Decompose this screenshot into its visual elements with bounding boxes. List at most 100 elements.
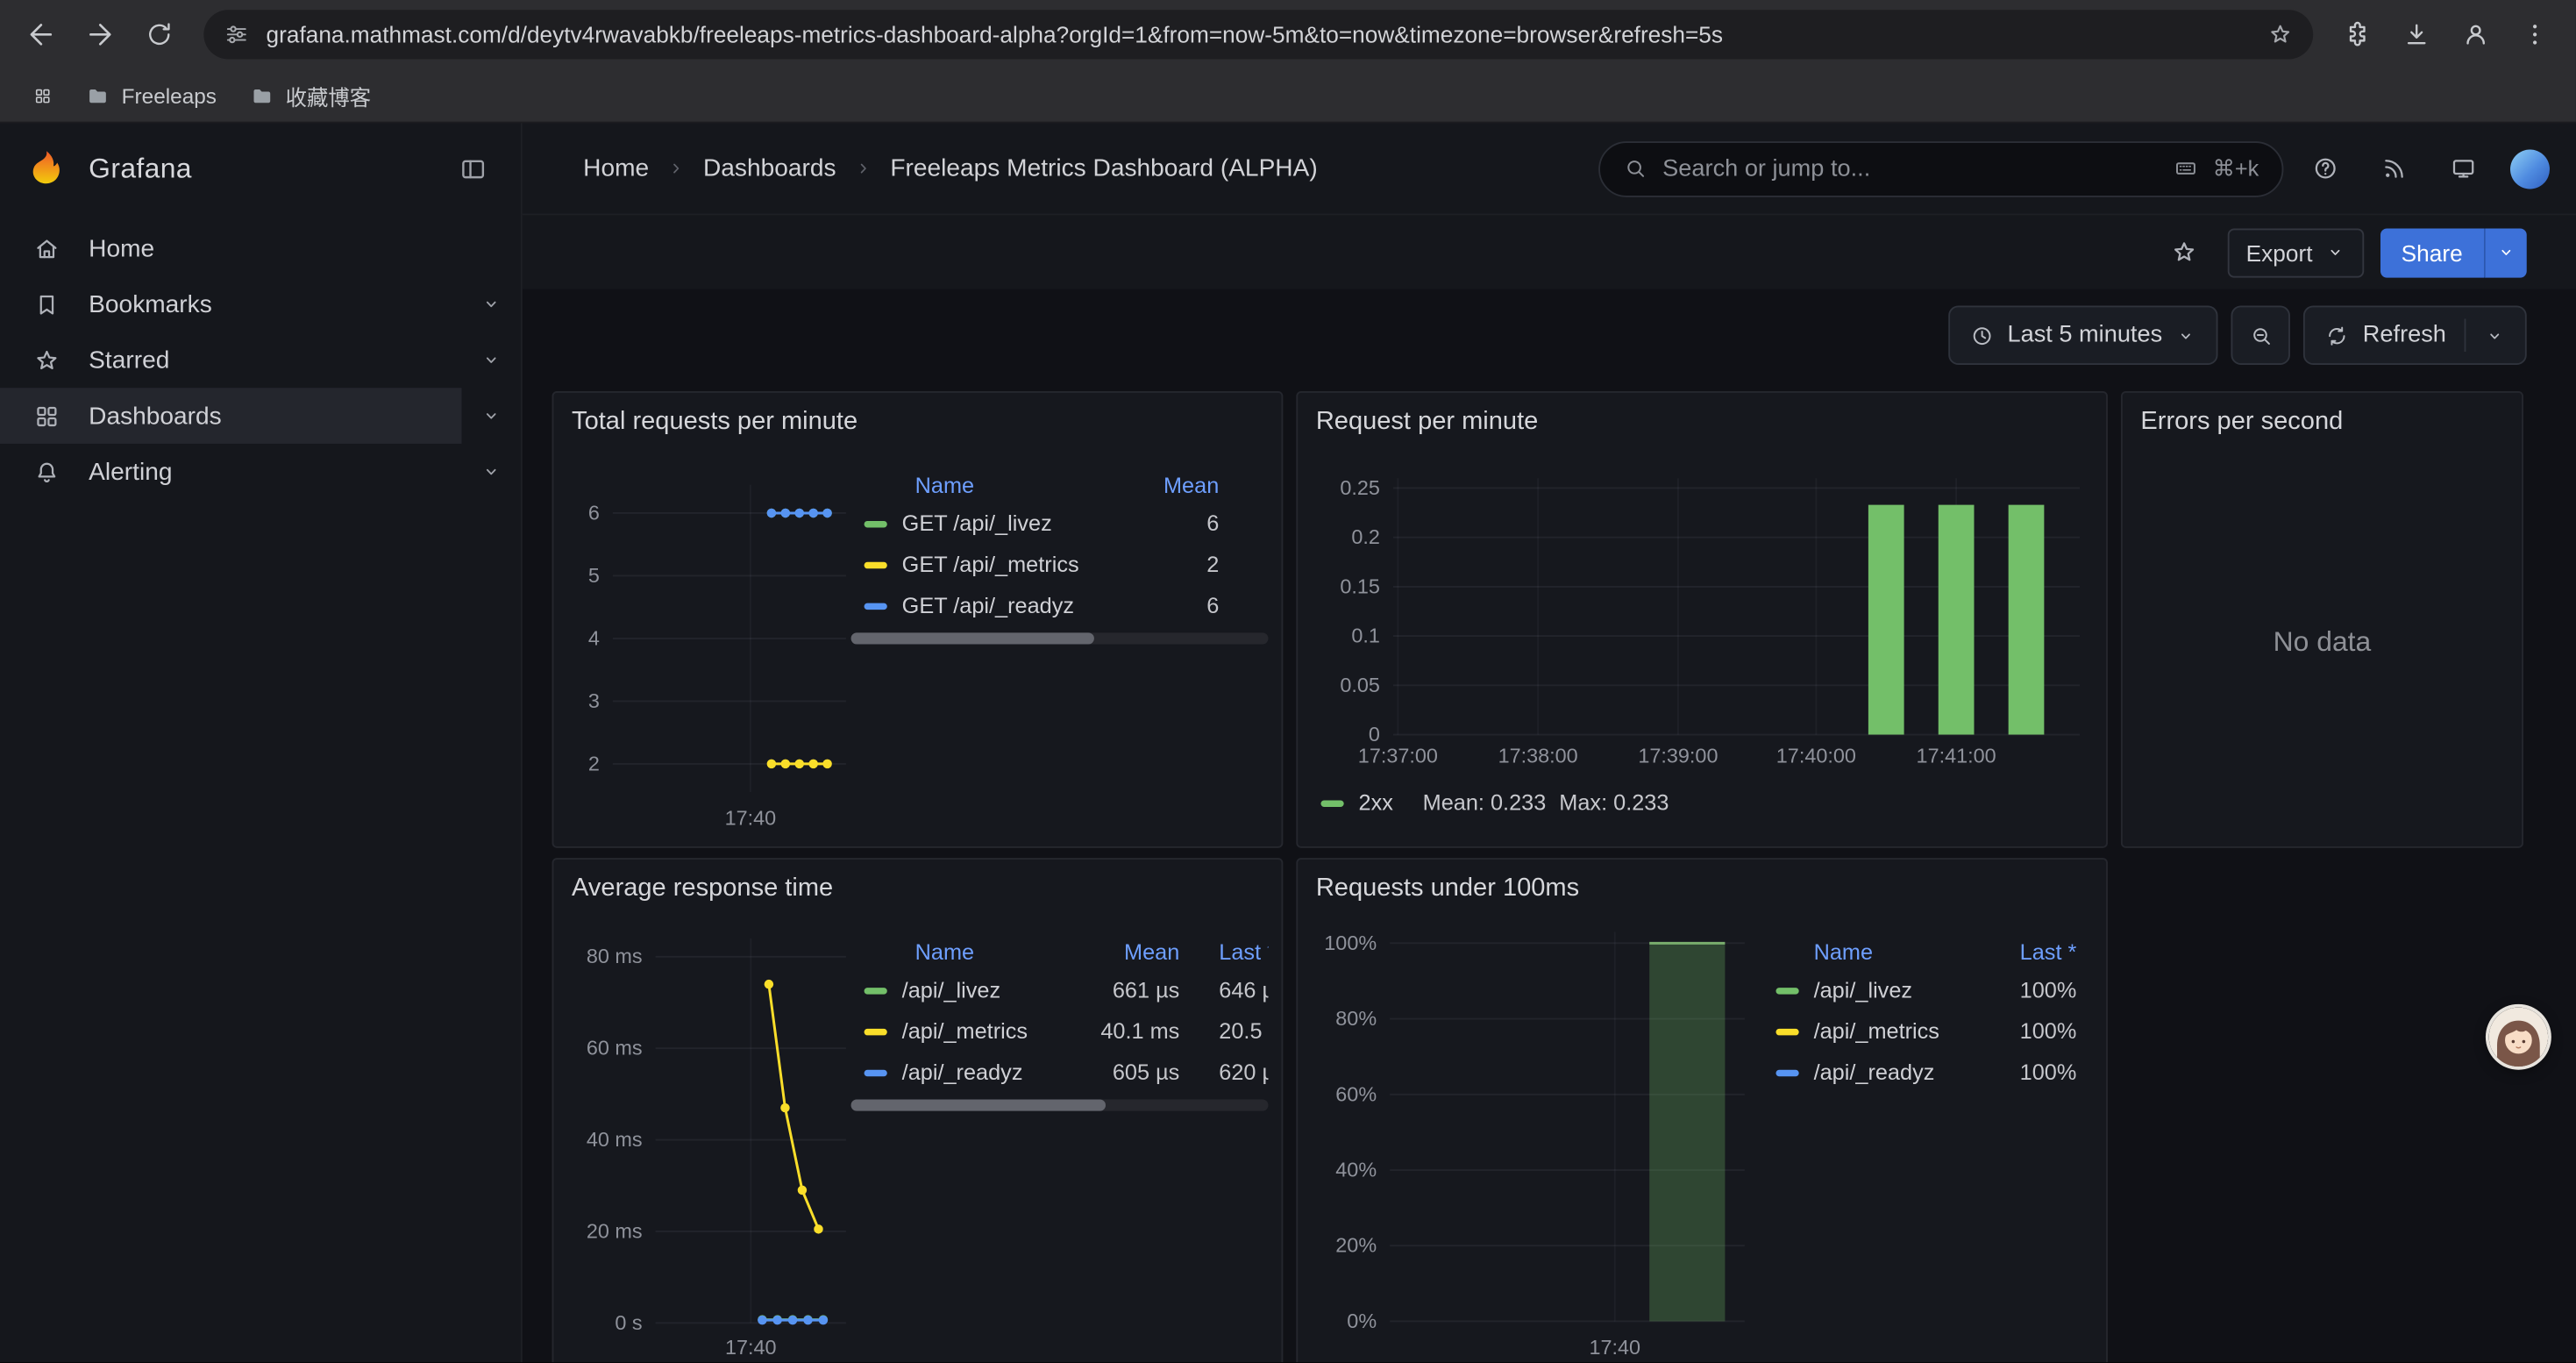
svg-text:80 ms: 80 ms	[587, 945, 643, 967]
grafana-app: Grafana Home Bookmarks	[0, 124, 2576, 1363]
panel-title[interactable]: Request per minute	[1316, 408, 1538, 438]
kiosk-mode-button[interactable]	[2435, 140, 2491, 196]
legend-table: Name Last * /api/_livez 100% /api/_metri…	[1758, 933, 2093, 1093]
series-swatch[interactable]	[865, 561, 887, 567]
bookmark-folder-blogs[interactable]: 收藏博客	[236, 75, 384, 115]
share-dropdown-button[interactable]	[2484, 228, 2527, 277]
request-per-minute-chart[interactable]: 17:37:0017:38:0017:39:0017:40:0017:41:00…	[1307, 462, 2099, 774]
series-name[interactable]: /api/_metrics	[1814, 1019, 1939, 1044]
dock-menu-button[interactable]	[449, 145, 498, 194]
legend-col-last[interactable]: Last *	[1219, 939, 1268, 964]
bookmark-folder-freeleaps[interactable]: Freeleaps	[72, 75, 230, 115]
sidebar-item-starred[interactable]: Starred	[0, 332, 462, 388]
export-button[interactable]: Export	[2228, 228, 2364, 277]
legend-col-name[interactable]: Name	[915, 939, 974, 964]
total-requests-chart[interactable]: 17:4065432	[564, 462, 857, 837]
legend-col-mean[interactable]: Mean	[1087, 939, 1179, 964]
panel-title[interactable]: Average response time	[572, 874, 833, 904]
breadcrumb-current: Freeleaps Metrics Dashboard (ALPHA)	[890, 154, 1317, 182]
sidebar-item-bookmarks[interactable]: Bookmarks	[0, 276, 462, 332]
search-input[interactable]	[1662, 155, 2159, 182]
series-swatch[interactable]	[865, 1028, 887, 1034]
series-name[interactable]: GET /api/_livez	[902, 511, 1052, 536]
series-swatch[interactable]	[1775, 987, 1798, 993]
legend-col-name[interactable]: Name	[1814, 939, 1873, 964]
browser-menu-button[interactable]	[2507, 6, 2563, 62]
time-range-picker[interactable]: Last 5 minutes	[1948, 306, 2218, 365]
series-swatch[interactable]	[865, 987, 887, 993]
series-swatch[interactable]	[1775, 1028, 1798, 1034]
expand-starred-button[interactable]	[462, 332, 521, 388]
zoom-out-button[interactable]	[2231, 306, 2290, 365]
sidebar-item-home[interactable]: Home	[0, 220, 462, 276]
reload-button[interactable]	[132, 6, 188, 62]
expand-alerting-button[interactable]	[462, 444, 521, 500]
share-button[interactable]: Share	[2380, 228, 2484, 277]
series-swatch[interactable]	[1775, 1069, 1798, 1075]
chevron-down-icon	[2175, 325, 2196, 346]
legend-row: /api/_readyz 100%	[1758, 1052, 2093, 1093]
downloads-button[interactable]	[2388, 6, 2444, 62]
grafana-logo[interactable]	[23, 148, 66, 191]
panel-title[interactable]: Errors per second	[2140, 408, 2343, 438]
svg-text:17:40: 17:40	[1589, 1336, 1640, 1359]
svg-text:17:39:00: 17:39:00	[1638, 744, 1718, 767]
svg-text:0.2: 0.2	[1351, 525, 1380, 548]
favorite-dashboard-button[interactable]	[2156, 225, 2212, 281]
main-area: Home Dashboards Freeleaps Metrics Dashbo…	[523, 124, 2576, 1363]
series-name[interactable]: /api/_metrics	[902, 1019, 1028, 1044]
series-name[interactable]: GET /api/_metrics	[902, 553, 1079, 577]
legend-col-last[interactable]: Last *	[1978, 939, 2076, 964]
requests-under-100ms-chart[interactable]: 17:40100%80%60%40%20%0%	[1307, 929, 1768, 1363]
back-button[interactable]	[13, 6, 69, 62]
user-avatar[interactable]	[2510, 149, 2550, 189]
panel-errors-per-second: Errors per second No data	[2121, 391, 2523, 848]
series-swatch[interactable]	[865, 603, 887, 609]
legend-scrollbar[interactable]	[851, 1100, 1269, 1111]
assistant-avatar-bubble[interactable]	[2489, 1008, 2548, 1067]
legend-scrollbar[interactable]	[851, 632, 1269, 644]
average-response-time-chart[interactable]: 17:4080 ms60 ms40 ms20 ms0 s	[564, 929, 857, 1363]
legend-col-mean[interactable]: Mean	[1140, 473, 1219, 497]
series-name[interactable]: GET /api/_readyz	[902, 593, 1074, 617]
series-swatch[interactable]	[1320, 800, 1343, 806]
panel-title[interactable]: Requests under 100ms	[1316, 874, 1579, 904]
scrollbar-thumb[interactable]	[851, 1100, 1106, 1111]
expand-dashboards-button[interactable]	[462, 388, 521, 444]
reload-icon	[145, 19, 174, 49]
legend-col-name[interactable]: Name	[915, 473, 974, 497]
forward-button[interactable]	[72, 6, 128, 62]
panel-title[interactable]: Total requests per minute	[572, 408, 857, 438]
news-button[interactable]	[2366, 140, 2422, 196]
series-mean: 6	[1140, 511, 1219, 536]
url-bar[interactable]: grafana.mathmast.com/d/deytv4rwavabkb/fr…	[203, 10, 2313, 59]
series-name[interactable]: /api/_livez	[902, 978, 1001, 1003]
series-name[interactable]: 2xx	[1359, 790, 1393, 815]
apps-shortcut-button[interactable]	[19, 75, 65, 115]
series-name[interactable]: /api/_readyz	[1814, 1060, 1935, 1085]
refresh-button[interactable]: Refresh	[2303, 306, 2526, 365]
series-mean: 2	[1140, 553, 1219, 577]
series-swatch[interactable]	[865, 1069, 887, 1075]
breadcrumb-home[interactable]: Home	[583, 154, 649, 182]
site-settings-icon[interactable]	[224, 21, 250, 47]
search-bar[interactable]: ⌘+k	[1598, 140, 2283, 196]
profile-button[interactable]	[2448, 6, 2504, 62]
extensions-icon	[2343, 19, 2373, 49]
series-name[interactable]: /api/_livez	[1814, 978, 1913, 1003]
series-name[interactable]: /api/_readyz	[902, 1060, 1023, 1085]
help-button[interactable]	[2296, 140, 2352, 196]
export-label: Export	[2246, 239, 2313, 266]
url-text: grafana.mathmast.com/d/deytv4rwavabkb/fr…	[267, 21, 2251, 47]
dock-menu-icon	[459, 154, 488, 184]
expand-bookmarks-button[interactable]	[462, 276, 521, 332]
extensions-button[interactable]	[2330, 6, 2386, 62]
chevron-down-icon	[2484, 325, 2505, 346]
bookmark-star-icon[interactable]	[2267, 21, 2294, 47]
sidebar-item-dashboards[interactable]: Dashboards	[0, 388, 462, 444]
sidebar-item-alerting[interactable]: Alerting	[0, 444, 462, 500]
breadcrumb-dashboards[interactable]: Dashboards	[703, 154, 836, 182]
scrollbar-thumb[interactable]	[851, 632, 1094, 644]
series-last: 100%	[1978, 1060, 2076, 1085]
series-swatch[interactable]	[865, 520, 887, 526]
